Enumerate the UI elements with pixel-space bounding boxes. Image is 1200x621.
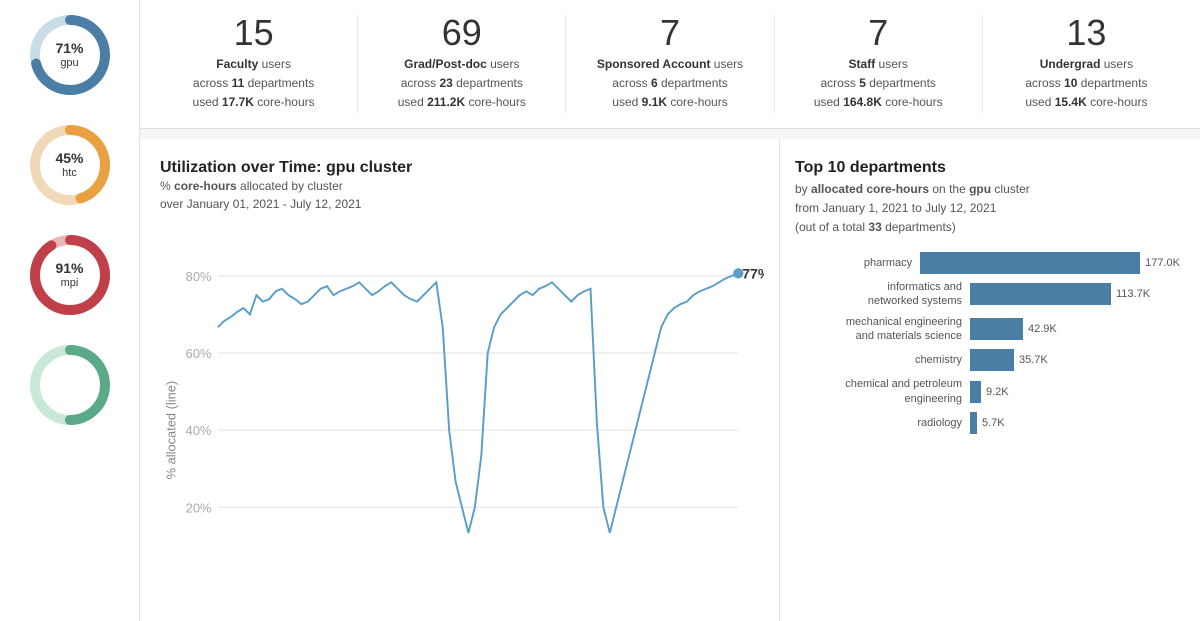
utilization-date: over January 01, 2021 - July 12, 2021 (160, 197, 764, 211)
grad-count: 69 (368, 15, 555, 51)
bar-label-chemical: chemical and petroleumengineering (795, 377, 970, 406)
htc-donut-wrapper: 45% htc (25, 120, 115, 210)
bar-fill-pharmacy (920, 252, 1140, 274)
mpi-donut-wrapper: 91% mpi (25, 230, 115, 320)
staff-count: 7 (785, 15, 972, 51)
gpu-donut-card: 71% gpu (25, 10, 115, 100)
bar-track-informatics: 113.7K (970, 283, 1180, 305)
svg-text:60%: 60% (186, 346, 212, 361)
utilization-svg: % allocated (line) 80% 60% 40% 20% 77% (160, 223, 764, 621)
bar-row-chemical: chemical and petroleumengineering 9.2K (795, 377, 1180, 406)
svg-text:20%: 20% (186, 500, 212, 515)
staff-type: Staff (849, 57, 876, 71)
gpu-donut-wrapper: 71% gpu (25, 10, 115, 100)
gpu-pct: 71% (55, 40, 83, 57)
bar-fill-radiology (970, 412, 977, 434)
bar-track-radiology: 5.7K (970, 412, 1180, 434)
undergrad-count: 13 (993, 15, 1180, 51)
faculty-depts: 11 (232, 76, 245, 90)
bar-value-mech: 42.9K (1028, 323, 1057, 335)
stat-staff: 7 Staff users across 5 departments used … (775, 15, 983, 113)
peak-label: 77% (742, 265, 764, 281)
bar-fill-chemical (970, 381, 981, 403)
sponsored-count: 7 (576, 15, 763, 51)
stat-grad: 69 Grad/Post-doc users across 23 departm… (358, 15, 566, 113)
grad-type: Grad/Post-doc (404, 57, 487, 71)
bar-value-radiology: 5.7K (982, 417, 1005, 429)
stat-sponsored: 7 Sponsored Account users across 6 depar… (566, 15, 774, 113)
grad-desc: Grad/Post-doc users across 23 department… (368, 55, 555, 113)
undergrad-desc: Undergrad users across 10 departments us… (993, 55, 1180, 113)
mpi-donut-label: 91% mpi (55, 260, 83, 290)
bar-chart-title: Top 10 departments (795, 159, 1180, 177)
grad-hours: 211.2K (427, 95, 465, 109)
staff-hours: 164.8K (843, 95, 882, 109)
stat-undergrad: 13 Undergrad users across 10 departments… (983, 15, 1190, 113)
bar-row-mech: mechanical engineeringand materials scie… (795, 315, 1180, 344)
faculty-hours: 17.7K (222, 95, 254, 109)
sponsored-depts: 6 (651, 76, 658, 90)
utilization-title: Utilization over Time: gpu cluster (160, 159, 764, 177)
sidebar: 71% gpu 45% htc 91% mpi (0, 0, 140, 621)
htc-name: htc (55, 167, 83, 180)
sponsored-hours: 9.1K (642, 95, 667, 109)
staff-depts: 5 (859, 76, 866, 90)
other-donut-svg (25, 340, 115, 430)
bar-value-pharmacy: 177.0K (1145, 257, 1180, 269)
bar-chart-subtitle: by allocated core-hours on the gpu clust… (795, 180, 1180, 238)
content-area: Utilization over Time: gpu cluster % cor… (140, 139, 1200, 621)
svg-text:80%: 80% (186, 269, 212, 284)
bar-row-radiology: radiology 5.7K (795, 412, 1180, 434)
bar-track-chemistry: 35.7K (970, 349, 1180, 371)
gpu-donut-label: 71% gpu (55, 40, 83, 70)
sponsored-desc: Sponsored Account users across 6 departm… (576, 55, 763, 113)
bar-label-mech: mechanical engineeringand materials scie… (795, 315, 970, 344)
main-content: 15 Faculty users across 11 departments u… (140, 0, 1200, 621)
other-donut-card (25, 340, 115, 430)
bar-value-chemical: 9.2K (986, 386, 1009, 398)
grad-depts: 23 (439, 76, 452, 90)
bar-chart-section: Top 10 departments by allocated core-hou… (780, 139, 1200, 621)
undergrad-hours: 15.4K (1055, 95, 1087, 109)
bar-fill-chemistry (970, 349, 1014, 371)
htc-donut-label: 45% htc (55, 150, 83, 180)
bar-label-chemistry: chemistry (795, 353, 970, 367)
faculty-desc: Faculty users across 11 departments used… (160, 55, 347, 113)
sponsored-type: Sponsored Account (597, 57, 711, 71)
htc-pct: 45% (55, 150, 83, 167)
svg-text:40%: 40% (186, 423, 212, 438)
other-donut-wrapper (25, 340, 115, 430)
bar-value-chemistry: 35.7K (1019, 354, 1048, 366)
stats-header: 15 Faculty users across 11 departments u… (140, 0, 1200, 129)
bar-track-mech: 42.9K (970, 318, 1180, 340)
bar-value-informatics: 113.7K (1116, 288, 1150, 300)
faculty-count: 15 (160, 15, 347, 51)
utilization-subtitle1: % core-hours allocated by cluster (160, 179, 764, 193)
bar-row-informatics: informatics andnetworked systems 113.7K (795, 280, 1180, 309)
bar-fill-informatics (970, 283, 1111, 305)
faculty-type: Faculty (216, 57, 258, 71)
undergrad-type: Undergrad (1040, 57, 1101, 71)
stat-faculty: 15 Faculty users across 11 departments u… (150, 15, 358, 113)
staff-desc: Staff users across 5 departments used 16… (785, 55, 972, 113)
utilization-chart-area: % allocated (line) 80% 60% 40% 20% 77% (160, 223, 764, 621)
gpu-name: gpu (55, 57, 83, 70)
mpi-name: mpi (55, 277, 83, 290)
bar-label-radiology: radiology (795, 416, 970, 430)
undergrad-depts: 10 (1064, 76, 1077, 90)
y-axis-label: % allocated (line) (163, 380, 178, 479)
mpi-pct: 91% (55, 260, 83, 277)
utilization-subtitle-bold: core-hours (174, 179, 237, 193)
bar-row-pharmacy: pharmacy 177.0K (795, 252, 1180, 274)
bar-fill-mech (970, 318, 1023, 340)
bar-row-chemistry: chemistry 35.7K (795, 349, 1180, 371)
bar-label-pharmacy: pharmacy (795, 256, 920, 270)
htc-donut-card: 45% htc (25, 120, 115, 210)
bar-track-pharmacy: 177.0K (920, 252, 1180, 274)
bar-track-chemical: 9.2K (970, 381, 1180, 403)
mpi-donut-card: 91% mpi (25, 230, 115, 320)
utilization-chart-section: Utilization over Time: gpu cluster % cor… (140, 139, 780, 621)
bar-label-informatics: informatics andnetworked systems (795, 280, 970, 309)
